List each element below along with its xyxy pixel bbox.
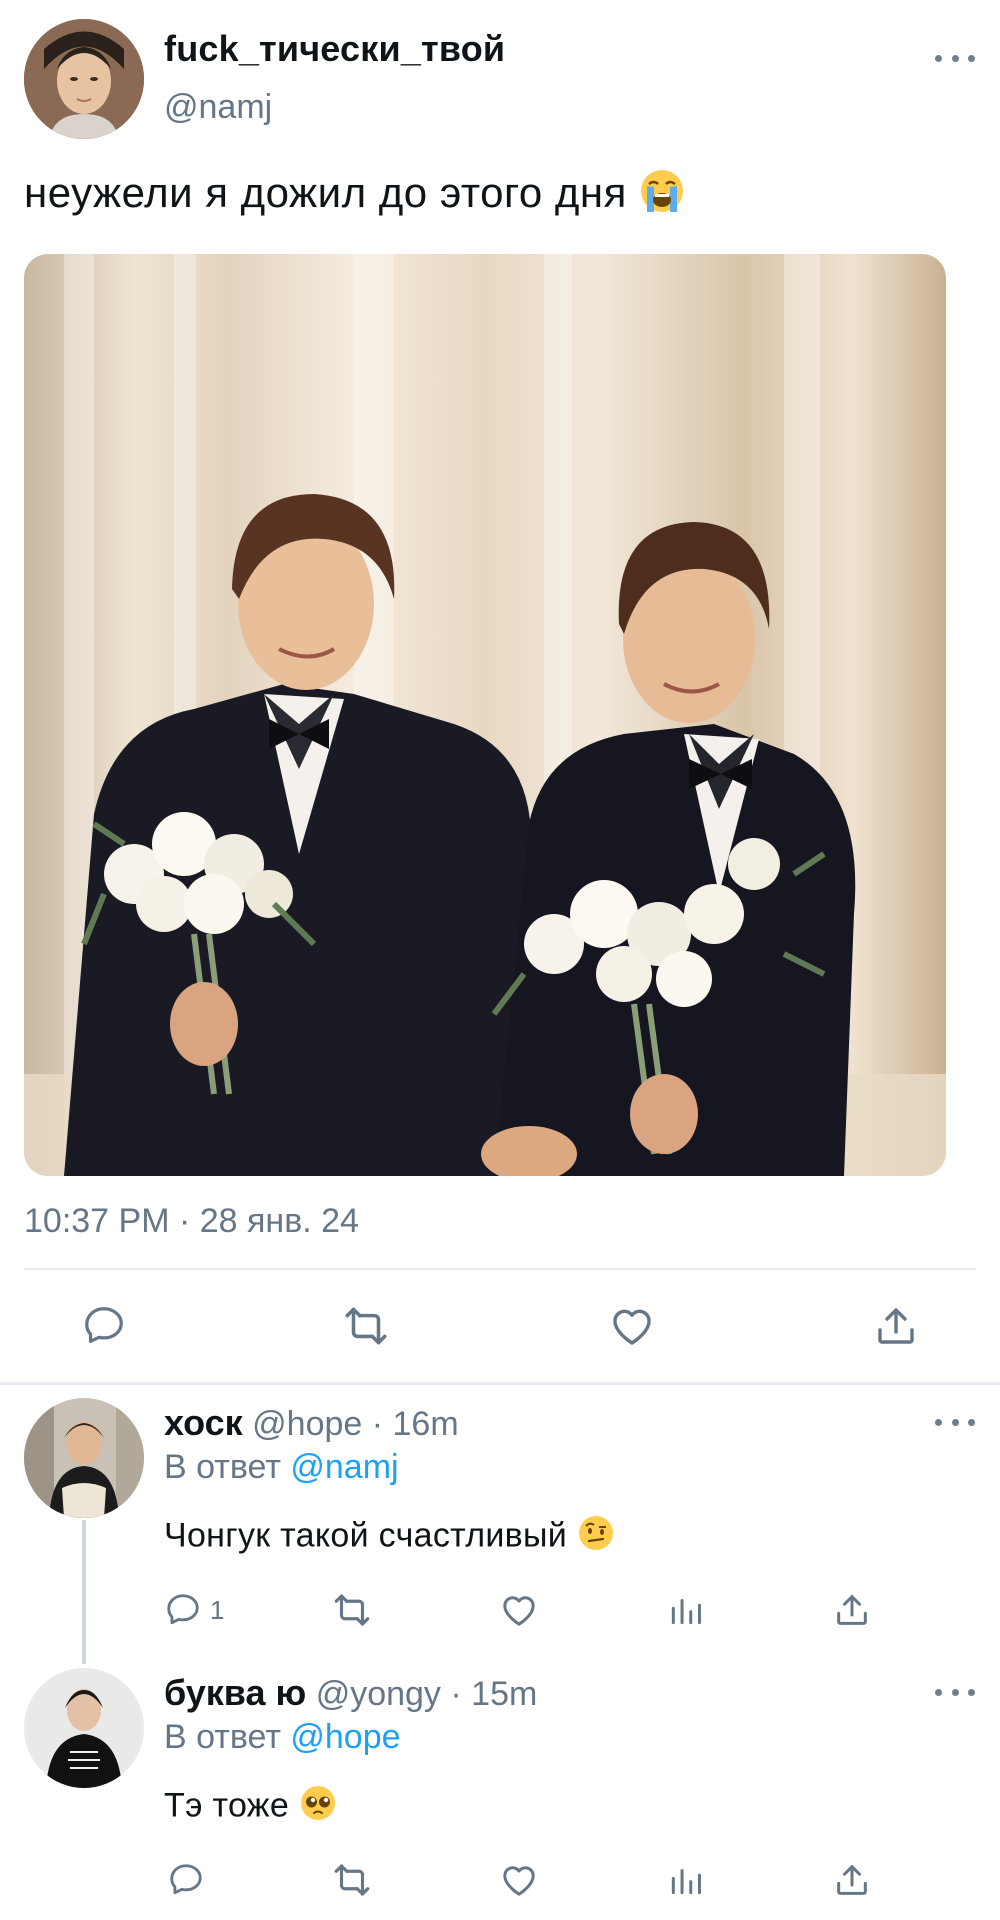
reply-icon xyxy=(167,1861,205,1899)
analytics-button[interactable] xyxy=(664,1858,708,1902)
tweet-text-container: неужели я дожил до этого дня xyxy=(24,168,685,224)
reply-avatar-hope[interactable] xyxy=(24,1398,144,1518)
reply-avatar-yongy[interactable] xyxy=(24,1668,144,1788)
share-icon xyxy=(832,1860,872,1900)
reply-time[interactable]: · 15m xyxy=(450,1675,537,1713)
reply-to-label: В ответ xyxy=(164,1718,281,1756)
reply-to-mention[interactable]: @namj xyxy=(290,1448,398,1486)
author-display-name[interactable]: fuck_тически_твой xyxy=(164,28,505,70)
reply-icon xyxy=(164,1591,202,1629)
analytics-button[interactable] xyxy=(664,1588,708,1632)
share-button[interactable] xyxy=(830,1588,874,1632)
like-button[interactable] xyxy=(606,1300,658,1352)
author-avatar[interactable] xyxy=(24,19,144,139)
reply-author-handle[interactable]: @yongy xyxy=(316,1675,441,1713)
reply-author-handle[interactable]: @hope xyxy=(252,1405,362,1443)
reply-text-container: Чонгук такой счастливый xyxy=(164,1514,615,1561)
tweet-timestamp[interactable]: 10:37 PM · 28 янв. 24 xyxy=(24,1202,359,1241)
reply-text-container: Тэ тоже xyxy=(164,1784,337,1831)
tweet-photo[interactable] xyxy=(24,254,946,1176)
reply-icon xyxy=(81,1303,127,1349)
reply-more-options-icon[interactable] xyxy=(935,1686,975,1698)
heart-icon xyxy=(499,1860,539,1900)
bar-chart-icon xyxy=(667,1861,705,1899)
retweet-button[interactable] xyxy=(330,1588,374,1632)
reply-author-name[interactable]: буква ю xyxy=(164,1672,306,1713)
share-icon xyxy=(872,1302,920,1350)
loudly-crying-face-icon xyxy=(639,168,685,224)
reply-to-line: В ответ @namj xyxy=(164,1448,399,1487)
reply-to-mention[interactable]: @hope xyxy=(290,1718,400,1756)
retweet-icon xyxy=(331,1589,373,1631)
face-with-raised-eyebrow-icon xyxy=(577,1514,615,1561)
reply-time[interactable]: · 16m xyxy=(372,1405,459,1443)
divider xyxy=(24,1268,976,1270)
share-button[interactable] xyxy=(830,1858,874,1902)
heart-icon xyxy=(499,1590,539,1630)
share-button[interactable] xyxy=(870,1300,922,1352)
like-button[interactable] xyxy=(497,1588,541,1632)
reply-text: Тэ тоже xyxy=(164,1786,290,1825)
reply-button[interactable]: 1 xyxy=(164,1588,224,1632)
like-button[interactable] xyxy=(497,1858,541,1902)
more-options-icon[interactable] xyxy=(935,52,975,64)
reply-more-options-icon[interactable] xyxy=(935,1416,975,1428)
retweet-icon xyxy=(341,1301,391,1351)
retweet-button[interactable] xyxy=(340,1300,392,1352)
author-handle[interactable]: @namj xyxy=(164,88,272,127)
reply-button[interactable] xyxy=(78,1300,130,1352)
reply-header: буква ю @yongy · 15m xyxy=(164,1672,537,1714)
tweet-text: неужели я дожил до этого дня xyxy=(24,169,627,217)
reply-header: хоск @hope · 16m xyxy=(164,1402,459,1444)
pleading-face-icon xyxy=(299,1784,337,1831)
reply-author-name[interactable]: хоск xyxy=(164,1402,243,1443)
reply-to-line: В ответ @hope xyxy=(164,1718,401,1757)
heart-icon xyxy=(608,1302,656,1350)
bar-chart-icon xyxy=(667,1591,705,1629)
retweet-button[interactable] xyxy=(330,1858,374,1902)
reply-to-label: В ответ xyxy=(164,1448,281,1486)
reply-text: Чонгук такой счастливый xyxy=(164,1516,568,1555)
thread-line xyxy=(82,1520,86,1664)
retweet-icon xyxy=(331,1859,373,1901)
section-divider xyxy=(0,1382,1000,1385)
share-icon xyxy=(832,1590,872,1630)
reply-count: 1 xyxy=(210,1594,225,1625)
reply-button[interactable] xyxy=(164,1858,208,1902)
